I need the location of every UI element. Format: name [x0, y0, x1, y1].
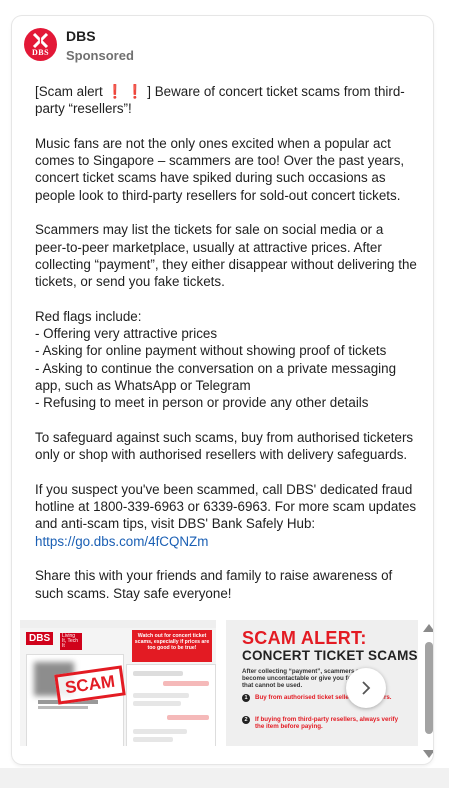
dbs-logo[interactable]: DBS: [24, 28, 57, 61]
scroll-down-arrow-icon[interactable]: [422, 748, 433, 760]
red-flag-item: - Asking for online payment without show…: [35, 343, 387, 359]
image-carousel: DBS Living It, Tech It Watch out for con…: [20, 620, 418, 746]
carousel-slide-2[interactable]: SCAM ALERT: CONCERT TICKET SCAMS After c…: [226, 620, 418, 746]
red-flag-item: - Refusing to meet in person or provide …: [35, 395, 369, 411]
sponsored-label: Sponsored: [66, 48, 134, 63]
scrollbar[interactable]: [422, 622, 433, 764]
dbs-star-icon: [32, 33, 49, 48]
slide-subtitle: CONCERT TICKET SCAMS: [242, 648, 418, 663]
scroll-up-arrow-icon[interactable]: [422, 622, 433, 634]
post-intro: [Scam alert ❗ ❗ ] Beware of concert tick…: [35, 84, 405, 117]
post-paragraph-hotline: If you suspect you've been scammed, call…: [35, 481, 417, 549]
slide-dbs-tagline: Living It, Tech It: [60, 633, 82, 650]
red-flag-item: - Asking to continue the conversation on…: [35, 360, 397, 394]
post-paragraph: Scammers may list the tickets for sale o…: [35, 222, 417, 290]
slide-dbs-logo: DBS: [26, 632, 54, 645]
post-header: DBS DBS Sponsored: [24, 28, 404, 68]
advertiser-name[interactable]: DBS: [66, 28, 96, 44]
carousel-slide-1[interactable]: DBS Living It, Tech It Watch out for con…: [20, 620, 216, 746]
sponsored-post-card: DBS DBS Sponsored [Scam alert ❗ ❗ ] Bewa…: [12, 16, 433, 764]
post-paragraph: Share this with your friends and family …: [35, 568, 393, 601]
slide-callout: Watch out for concert ticket scams, espe…: [132, 630, 212, 662]
feed-divider: [0, 768, 449, 788]
red-flags-heading: Red flags include:: [35, 308, 142, 324]
red-flags-section: Red flags include: - Offering very attra…: [35, 308, 417, 412]
scrollbar-thumb[interactable]: [425, 642, 433, 734]
post-body: [Scam alert ❗ ❗ ] Beware of concert tick…: [35, 83, 417, 619]
red-flag-item: - Offering very attractive prices: [35, 326, 218, 342]
exclamation-icon: ❗ ❗: [106, 84, 144, 99]
chevron-right-icon: [362, 681, 371, 695]
post-paragraph: Music fans are not the only ones excited…: [35, 135, 405, 203]
bank-safely-hub-link[interactable]: https://go.dbs.com/4fCQNZm: [35, 534, 208, 549]
phone-screenshot-chat: [126, 664, 216, 746]
slide-title: SCAM ALERT:: [242, 628, 367, 648]
carousel-next-button[interactable]: [346, 668, 386, 708]
logo-text: DBS: [31, 48, 50, 57]
post-paragraph: To safeguard against such scams, buy fro…: [35, 429, 414, 463]
